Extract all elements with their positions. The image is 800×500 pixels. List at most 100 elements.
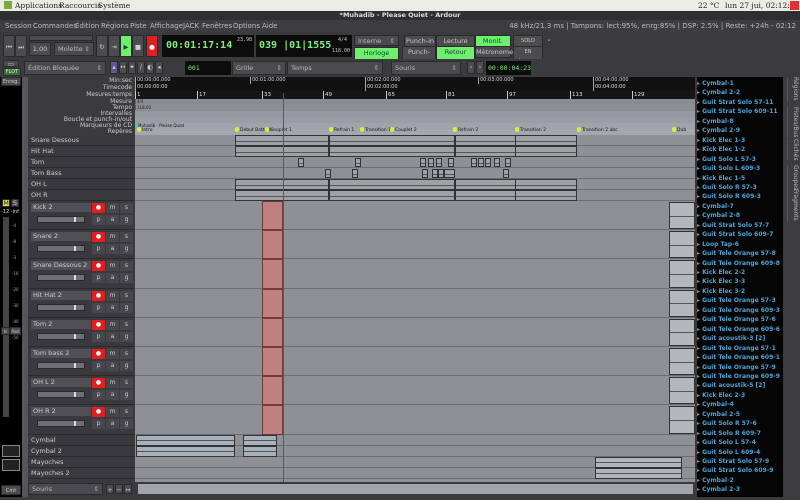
menu-options[interactable]: Options [233,20,260,32]
gain-fader[interactable] [37,274,85,282]
track-header[interactable]: Hit Hat [28,146,134,157]
marker[interactable]: Transition 2 abc [577,127,618,133]
region[interactable] [329,146,455,157]
region-list-item[interactable]: Guit Tele Orange 609-8 [697,260,780,267]
panner-width-icon[interactable] [2,459,20,471]
track-header[interactable]: Snare Dessous 2 ● m s p a g [28,259,134,289]
marker[interactable]: Couplet 1 [265,127,292,133]
mute-button[interactable]: m [106,407,119,418]
menu-session[interactable]: Session [5,20,32,32]
region-list-item[interactable]: Cymbal 2-3 [697,486,740,493]
region-list-item[interactable]: Kick Elec 1-5 [697,175,745,182]
region-list-item[interactable]: Guit Solo R 57-3 [697,184,757,191]
solo-button[interactable]: s [120,407,133,418]
region[interactable] [471,158,477,167]
stop-button[interactable]: ■ [132,35,144,57]
marker[interactable]: Refrain 1 [329,127,354,133]
track-header[interactable]: Cymbal 2 [28,445,134,457]
track-lane[interactable] [135,318,695,347]
region-list-item[interactable]: Guit Tele Orange 57-3 [697,297,776,304]
gain-fader[interactable] [37,362,85,369]
fader-handle[interactable] [74,333,76,339]
region-list-item[interactable]: Guit Solo L 609-4 [697,449,760,456]
region-list-item[interactable]: Guit Solo L 57-3 [697,156,756,163]
track-name-field[interactable]: OH R 2 [31,407,91,417]
solo-button[interactable]: s [120,290,133,301]
region[interactable] [669,231,695,259]
mute-button[interactable]: m [106,203,119,213]
nudge-forward-button[interactable]: › [476,61,484,74]
track-header[interactable]: OH L 2 ● m s p a g [28,376,134,406]
automation-button[interactable]: a [106,273,119,284]
region-list-item[interactable]: Guit acoustik-3 [2] [697,335,765,342]
playhead[interactable] [283,93,284,490]
track-header[interactable]: Mayoches [28,456,134,468]
track-header[interactable]: OH L [28,179,134,190]
region-list-item[interactable]: Guit Tele Orange 609-9 [697,373,780,380]
track-name[interactable]: Mayoches 2 [31,469,70,477]
solo-button[interactable]: s [120,378,133,389]
cut-mode-icon[interactable]: ✦ [128,61,136,74]
os-menu-applications[interactable]: Applications [15,1,62,10]
play-button[interactable]: ▶ [120,35,132,57]
panner-icon[interactable] [2,445,20,457]
metronome-button[interactable]: Métronome [475,46,513,58]
region[interactable] [455,190,517,201]
playlist-button[interactable]: p [92,390,105,401]
region[interactable] [669,406,695,434]
fader-handle[interactable] [74,421,76,427]
side-tab[interactable]: Pistes/Bus [787,107,799,138]
mute-button[interactable]: m [106,319,119,330]
region[interactable] [669,348,695,376]
marker[interactable]: Couplet 2 [390,127,417,133]
record-arm-label[interactable]: Enreg. [1,77,21,86]
speed-value[interactable]: 1,00 % [29,42,51,66]
menu-commandes[interactable]: Commandes [33,20,77,32]
automation-button[interactable]: a [106,215,119,225]
primary-clock[interactable]: 00:01:17:14 23.98 [162,35,254,57]
track-header[interactable]: Snare Dessous [28,135,134,146]
track-name-field[interactable]: OH L 2 [31,378,91,388]
goto-end-button[interactable]: ⏭ [15,35,27,57]
region[interactable] [136,445,235,457]
group-button[interactable]: g [120,273,133,284]
track-header[interactable]: Hit Hat 2 ● m s p a g [28,288,134,318]
fader-handle[interactable] [74,304,76,310]
playlist-button[interactable]: p [92,361,105,371]
nudge-back-button[interactable]: ‹ [467,61,475,74]
audition-mode-icon[interactable]: ◂ [155,61,163,74]
region-list-item[interactable]: Guit Tele Orange 609-3 [697,307,780,314]
region[interactable] [329,179,455,190]
region-list-item[interactable]: Guit Solo R 57-6 [697,420,757,427]
marker[interactable]: Transition 2 [515,127,546,133]
solo-button[interactable]: s [120,232,133,243]
group-button[interactable]: g [120,361,133,371]
record-enable-button[interactable]: ● [92,261,105,272]
editor-canvas[interactable]: 00:00:00.000 00:01:00.000 00:02:00.000 00:0… [135,77,695,497]
group-button[interactable]: g [120,215,133,225]
side-tab[interactable]: Groupes [787,165,799,191]
region-list-item[interactable]: Cymbal-7 [697,203,734,210]
track-lane[interactable] [135,259,695,289]
region[interactable] [235,135,329,146]
region[interactable] [455,179,517,190]
track-name[interactable]: Tom Bass [31,169,61,177]
comments-button[interactable]: Cmt [1,485,21,495]
region[interactable] [669,318,695,346]
fader-handle[interactable] [74,275,76,281]
mute-button[interactable]: M [2,199,10,207]
region[interactable] [505,158,511,167]
shuttle-mode-select[interactable]: Molette [54,42,94,56]
automation-button[interactable]: a [106,244,119,255]
snap-type-select[interactable]: Temps [287,61,383,75]
region-list-item[interactable]: Cymbal 2-5 [697,411,740,418]
record-enable-button[interactable]: ● [92,290,105,301]
zoom-focus-select[interactable]: Souris [28,483,103,495]
region-list-item[interactable]: Kick Elec 3-2 [697,288,745,295]
track-header[interactable]: Tom 2 ● m s p a g [28,317,134,347]
record-enable-button[interactable]: ● [92,232,105,243]
region[interactable] [503,169,509,178]
fader-handle[interactable] [74,217,76,222]
gain-fader[interactable] [37,332,85,340]
record-enable-button[interactable]: ● [92,407,105,418]
